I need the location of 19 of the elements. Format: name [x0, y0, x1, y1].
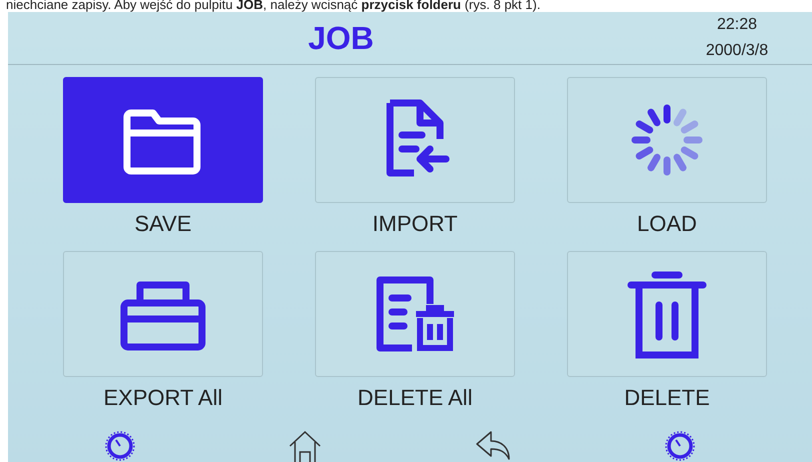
- tile-label: SAVE: [134, 211, 192, 237]
- menu-tile[interactable]: [63, 77, 263, 203]
- tile-label: EXPORT All: [103, 385, 222, 411]
- time-text: 22:28: [716, 16, 758, 34]
- tile-label: DELETE: [624, 385, 710, 411]
- menu-tile[interactable]: [567, 251, 767, 377]
- dial-icon[interactable]: [104, 430, 136, 462]
- trash-icon: [627, 269, 707, 359]
- menu-tile[interactable]: [63, 251, 263, 377]
- home-icon[interactable]: [287, 430, 324, 462]
- menu-tile[interactable]: [315, 77, 515, 203]
- tile-label: IMPORT: [372, 211, 458, 237]
- menu-tile[interactable]: [567, 77, 767, 203]
- dial-icon[interactable]: [664, 430, 696, 462]
- screen-title: JOB: [307, 20, 375, 56]
- menu-tile[interactable]: [315, 251, 515, 377]
- tile-label: LOAD: [637, 211, 697, 237]
- tile-label: DELETE All: [358, 385, 472, 411]
- date-text: 2000/3/8: [706, 42, 768, 60]
